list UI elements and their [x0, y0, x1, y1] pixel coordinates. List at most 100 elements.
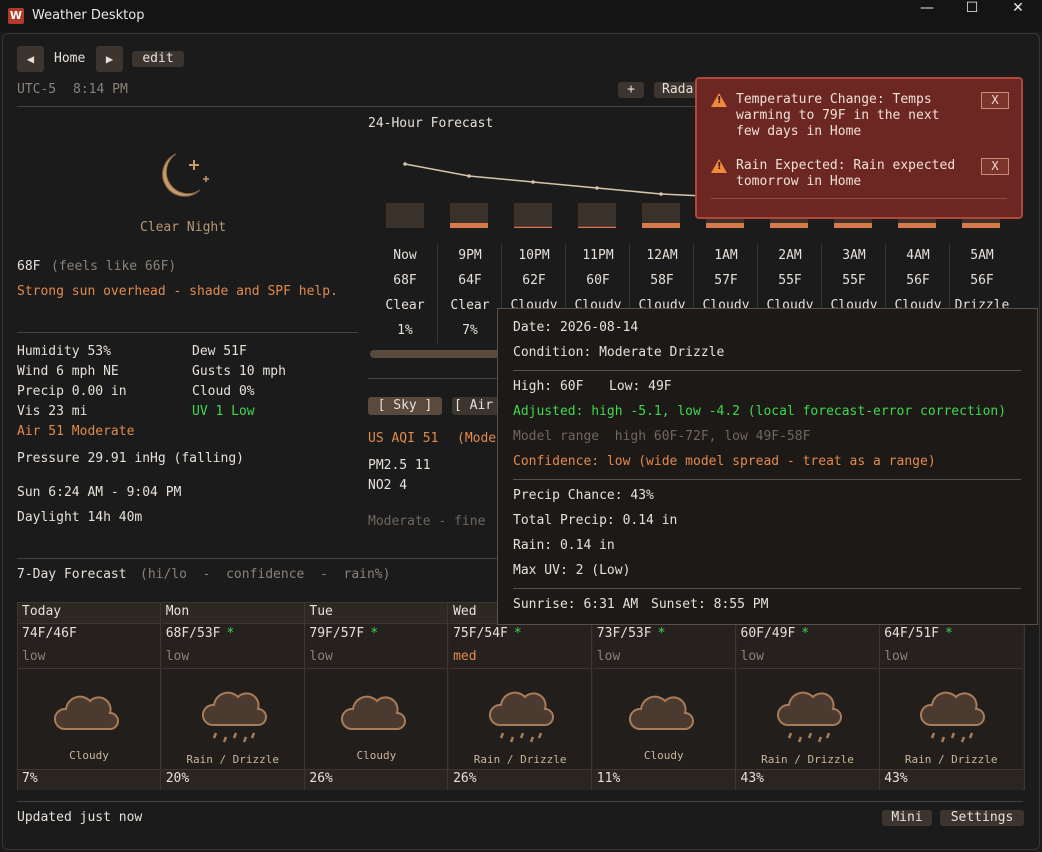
- weekly-subtitle: (hi/lo - confidence - rain%): [140, 567, 391, 582]
- hour-column[interactable]: 10PM 62F Cloudy: [501, 243, 566, 318]
- precip-bar: [642, 223, 680, 228]
- divider: [17, 332, 358, 333]
- tooltip-date: Date: 2026-08-14: [513, 320, 639, 335]
- alert-text: Temperature Change: Temps warming to 79F…: [736, 92, 940, 139]
- temperature-point: [595, 186, 599, 190]
- cloud-cover: Cloud 0%: [192, 384, 255, 399]
- prev-location-button[interactable]: ◀: [17, 46, 44, 72]
- tooltip-max-uv: Max UV: 2 (Low): [513, 563, 631, 578]
- precip-bar: [770, 223, 808, 228]
- day-column[interactable]: Mon 68F/53F * low Rain / Drizzle 20%: [161, 603, 305, 790]
- hour-column[interactable]: 12AM 58F Cloudy: [629, 243, 694, 318]
- hour-time: 2AM: [778, 248, 802, 263]
- hour-temp: 68F: [393, 273, 417, 288]
- day-confidence: low: [592, 646, 735, 669]
- tooltip-precip-chance: Precip Chance: 43%: [513, 488, 654, 503]
- hour-precip: 7%: [462, 323, 478, 338]
- day-column[interactable]: 60F/49F * low Rain / Drizzle 43%: [736, 603, 880, 790]
- hour-precip: 1%: [397, 323, 413, 338]
- rain-cloud-icon: [776, 691, 842, 743]
- sun-times: Sun 6:24 AM - 9:04 PM: [17, 485, 182, 500]
- settings-button[interactable]: Settings: [940, 810, 1024, 826]
- current-temp: 68F: [17, 259, 41, 274]
- hour-column[interactable]: 4AM 56F Cloudy: [885, 243, 950, 318]
- feels-like: (feels like 66F): [51, 259, 177, 274]
- hour-time: 9PM: [458, 248, 482, 263]
- day-image: Cloudy: [18, 669, 160, 770]
- day-temps: 64F/51F: [884, 626, 939, 641]
- day-temps: 73F/53F: [596, 626, 652, 641]
- hour-column[interactable]: 3AM 55F Cloudy: [821, 243, 886, 318]
- hour-column[interactable]: 1AM 57F Cloudy: [693, 243, 758, 318]
- hour-column[interactable]: 2AM 55F Cloudy: [757, 243, 822, 318]
- close-window-button[interactable]: ✕: [995, 0, 1041, 32]
- hour-time: 5AM: [970, 248, 994, 263]
- maximize-button[interactable]: ☐: [949, 0, 995, 32]
- visibility: Vis 23 mi: [17, 404, 88, 419]
- add-button[interactable]: +: [618, 82, 644, 98]
- hour-temp: 62F: [522, 273, 546, 288]
- hour-time: 1AM: [714, 248, 738, 263]
- day-column[interactable]: 73F/53F * low Cloudy 11%: [592, 603, 736, 790]
- hour-temp: 55F: [842, 273, 866, 288]
- hour-cond: Clear: [385, 298, 425, 313]
- day-confidence: low: [18, 646, 160, 669]
- hour-temp: 57F: [714, 273, 738, 288]
- day-column[interactable]: 64F/51F * low Rain / Drizzle 43%: [880, 603, 1023, 790]
- warning-icon: !: [711, 159, 727, 173]
- pressure: Pressure 29.91 inHg (falling): [17, 451, 244, 466]
- daylight: Daylight 14h 40m: [17, 510, 143, 525]
- hour-temp: 56F: [906, 273, 930, 288]
- wind: Wind 6 mph NE: [17, 364, 119, 379]
- hour-column[interactable]: 5AM 56F Drizzle: [949, 243, 1014, 318]
- day-column[interactable]: Wed 75F/54F * med Rain / Drizzle 26%: [449, 603, 593, 790]
- day-rain-chance: 26%: [449, 770, 592, 790]
- tooltip-sunset: Sunset: 8:55 PM: [651, 597, 769, 612]
- hour-column[interactable]: 11PM 60F Cloudy: [565, 243, 630, 318]
- day-name: Mon: [161, 603, 304, 624]
- minimize-button[interactable]: —: [904, 0, 950, 32]
- day-temps: 75F/54F: [453, 626, 508, 641]
- rain-cloud-icon: [201, 691, 267, 743]
- next-location-button[interactable]: ▶: [96, 46, 123, 72]
- divider: [368, 378, 508, 379]
- day-image: Rain / Drizzle: [449, 669, 592, 770]
- divider: [513, 370, 1021, 371]
- hour-column[interactable]: Now 68F Clear 1%: [373, 243, 437, 343]
- precip-bar: [898, 223, 936, 228]
- air-quality: Air 51 Moderate: [17, 424, 135, 439]
- moon-icon: [162, 153, 209, 197]
- divider: [513, 479, 1021, 480]
- local-time: 8:14 PM: [73, 82, 128, 97]
- day-column[interactable]: Today 74F/46F low Cloudy 7%: [18, 603, 161, 790]
- day-confidence: low: [305, 646, 448, 669]
- alerts-popup: ! Temperature Change: Temps warming to 7…: [695, 77, 1023, 219]
- temperature-point: [467, 174, 471, 178]
- hour-column[interactable]: 9PM 64F Clear 7%: [437, 243, 502, 343]
- no2: NO2 4: [368, 478, 408, 493]
- day-column[interactable]: Tue 79F/57F * low Cloudy 26%: [305, 603, 449, 790]
- alert-dismiss-button[interactable]: X: [981, 158, 1009, 175]
- day-temps: 68F/53F: [165, 626, 221, 641]
- sky-tab[interactable]: [ Sky ]: [368, 397, 442, 415]
- hour-time: 4AM: [906, 248, 930, 263]
- hour-temp: 55F: [778, 273, 802, 288]
- day-rain-chance: 11%: [592, 770, 735, 790]
- day-name: Today: [18, 603, 160, 624]
- alert-dismiss-button[interactable]: X: [981, 92, 1009, 109]
- cloud-icon: [54, 695, 119, 730]
- hour-time: 11PM: [582, 248, 614, 263]
- location-name: Home: [54, 51, 86, 66]
- day-condition: Rain / Drizzle: [904, 753, 998, 766]
- hourly-title: 24-Hour Forecast: [368, 116, 494, 131]
- hourly-scrollbar[interactable]: [370, 350, 500, 358]
- edit-button[interactable]: edit: [132, 51, 184, 67]
- hour-temp: 58F: [650, 273, 674, 288]
- adjusted-star: *: [657, 626, 666, 641]
- pm25: PM2.5 11: [368, 458, 431, 473]
- mini-button[interactable]: Mini: [882, 810, 932, 826]
- air-tab[interactable]: [ Air: [452, 397, 500, 415]
- precip-bar-bg: [514, 203, 552, 228]
- day-rain-chance: 26%: [305, 770, 448, 790]
- temperature-point: [403, 162, 407, 166]
